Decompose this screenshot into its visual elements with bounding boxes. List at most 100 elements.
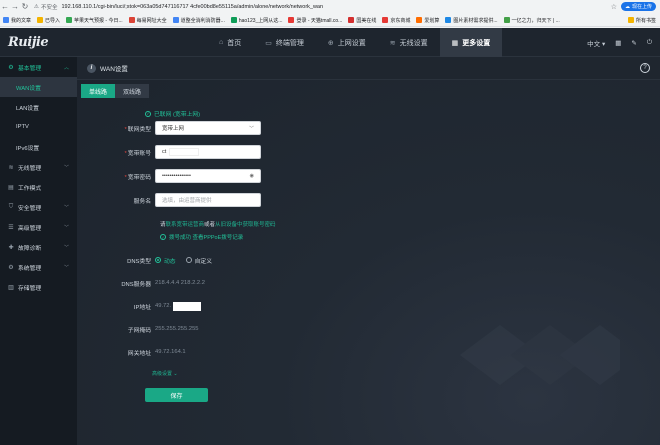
top-navigation: Ruijie ⌂ 首页 ▭ 终端管理 ⊕ 上网设置 ≋ 无线设置 ▦ 更多设置 中文 ▾ … bbox=[0, 28, 660, 57]
system-icon: ⚙ bbox=[8, 264, 14, 271]
sidebar-item-security[interactable]: ⛉ 安全管理 ﹀ bbox=[0, 197, 77, 217]
eye-icon[interactable]: ◉ bbox=[250, 173, 254, 179]
sidebar: ⚙ 基本管理 ︿ WAN设置 LAN设置 IPTV IPv6设置 ≋ 无线管理 … bbox=[0, 57, 77, 445]
check-circle-icon: ✓ bbox=[160, 234, 166, 240]
warning-icon: ⚠ bbox=[34, 3, 39, 10]
account-input[interactable]: ct bbox=[155, 145, 261, 159]
sidebar-item-basic[interactable]: ⚙ 基本管理 ︿ bbox=[0, 57, 77, 77]
sidebar-item-diagnostics[interactable]: ✚ 故障诊断 ﹀ bbox=[0, 237, 77, 257]
help-icon[interactable]: ? bbox=[640, 63, 650, 73]
conn-type-select[interactable]: 宽带上网 ﹀ bbox=[155, 121, 261, 135]
redaction-box bbox=[169, 148, 200, 156]
sync-button[interactable]: ☁ 现在上传 bbox=[620, 2, 656, 11]
settings-icon: ⚙ bbox=[8, 64, 14, 71]
pin-icon[interactable]: ✎ bbox=[631, 39, 636, 47]
connection-status: ✓ 已联网 (宽带上网) bbox=[145, 110, 201, 118]
line-tabs: 单线路 双线路 bbox=[81, 84, 150, 98]
url-field[interactable]: 192.168.110.1/cgi-bin/luci/;stok=063a05d… bbox=[61, 4, 361, 10]
favicon-icon bbox=[382, 17, 389, 23]
dns-server-row: DNS服务器 218.4.4.4 218.2.2.2 bbox=[121, 280, 205, 288]
grid-icon: ▦ bbox=[451, 39, 459, 47]
globe-icon: ⊕ bbox=[327, 39, 334, 47]
advanced-settings-link[interactable]: 高级设置 ⌄ bbox=[152, 370, 178, 377]
bookmark[interactable]: 我的文章 bbox=[3, 17, 31, 24]
security-indicator[interactable]: ⚠ 不安全 bbox=[34, 3, 57, 11]
favicon-icon bbox=[3, 17, 9, 23]
bookmark[interactable]: 苹果天气预报 - 今日... bbox=[66, 17, 123, 24]
bookmark[interactable]: 每易网址大全 bbox=[128, 17, 167, 24]
bookmark[interactable]: hao123_上网从这... bbox=[230, 17, 282, 24]
dns-auto-radio[interactable]: 动态 bbox=[155, 256, 176, 265]
sidebar-sub-lan[interactable]: LAN设置 bbox=[0, 97, 77, 117]
nav-internet[interactable]: ⊕ 上网设置 bbox=[316, 28, 378, 57]
bookmark[interactable]: 爱划算 bbox=[416, 17, 439, 24]
dns-type-row: DNS类型 动态 自定义 bbox=[77, 255, 222, 265]
power-icon[interactable]: ⏻ bbox=[647, 39, 652, 47]
nav-devices[interactable]: ▭ 终端管理 bbox=[253, 28, 316, 57]
chevron-down-icon: ﹀ bbox=[63, 204, 69, 211]
account-row: *宽带账号 ct bbox=[77, 145, 261, 159]
old-device-link[interactable]: 从旧设备中获取账号密码 bbox=[215, 222, 276, 228]
password-input[interactable]: ••••••••••••••• ◉ bbox=[155, 169, 261, 183]
nav-more-settings[interactable]: ▦ 更多设置 bbox=[439, 28, 503, 57]
dns-custom-radio[interactable]: 自定义 bbox=[185, 256, 212, 265]
tab-single-line[interactable]: 单线路 bbox=[81, 84, 116, 98]
language-select[interactable]: 中文 ▾ bbox=[587, 38, 605, 48]
bookmark[interactable]: 道整全消利消防器... bbox=[172, 17, 225, 24]
folder-icon bbox=[627, 17, 634, 23]
bookmark[interactable]: 已导入 bbox=[37, 17, 60, 24]
sidebar-item-work-mode[interactable]: ▤ 工作模式 bbox=[0, 177, 77, 197]
main-content: i WAN设置 ? 单线路 双线路 ✓ 已联网 (宽带上网) *联网类型 宽带上… bbox=[77, 57, 660, 445]
sidebar-sub-wan[interactable]: WAN设置 bbox=[0, 77, 77, 97]
bookmark[interactable]: 国美在线 bbox=[348, 17, 376, 24]
sidebar-item-storage[interactable]: ▥ 存储管理 bbox=[0, 277, 77, 297]
favicon-icon bbox=[172, 17, 179, 23]
forward-icon[interactable]: → bbox=[10, 2, 20, 12]
favicon-icon bbox=[66, 17, 73, 23]
sidebar-sub-ipv6[interactable]: IPv6设置 bbox=[0, 137, 77, 157]
nav-home[interactable]: ⌂ 首页 bbox=[207, 28, 253, 57]
all-bookmarks[interactable]: 所有书签 bbox=[627, 17, 660, 24]
service-row: 服务名 选填，由运营商提供 bbox=[77, 193, 261, 207]
star-icon[interactable]: ☆ bbox=[611, 3, 617, 11]
chevron-up-icon: ︿ bbox=[63, 64, 69, 71]
save-button[interactable]: 保存 bbox=[145, 388, 208, 402]
account-hint: 请联系宽带运营商或者从旧设备中获取账号密码 bbox=[160, 222, 276, 228]
bookmark[interactable]: 登录 - 天猫tmall.co... bbox=[288, 17, 342, 24]
sidebar-sub-iptv[interactable]: IPTV bbox=[0, 117, 77, 137]
back-icon[interactable]: ← bbox=[0, 2, 10, 12]
reload-icon[interactable]: ↻ bbox=[20, 2, 30, 12]
page-title: WAN设置 bbox=[100, 66, 128, 73]
shield-icon: ⛉ bbox=[8, 203, 14, 210]
apps-icon[interactable]: ▦ bbox=[615, 39, 621, 47]
chevron-down-icon: ﹀ bbox=[63, 164, 69, 171]
ruijie-logo: Ruijie bbox=[8, 35, 49, 50]
sidebar-item-system[interactable]: ⚙ 系统管理 ﹀ bbox=[0, 257, 77, 277]
sidebar-item-wireless[interactable]: ≋ 无线管理 ﹀ bbox=[0, 157, 77, 177]
contact-isp-link[interactable]: 联系宽带运营商 bbox=[166, 222, 205, 228]
bookmark[interactable]: 京东商城 bbox=[382, 17, 410, 24]
bookmark[interactable]: 图片素材需求提供... bbox=[445, 17, 498, 24]
bookmark[interactable]: 一亿之力，归天下 | ... bbox=[503, 17, 560, 24]
folder-icon bbox=[37, 17, 44, 23]
required-mark: * bbox=[124, 126, 127, 133]
favicon-icon bbox=[445, 17, 452, 23]
storage-icon: ▥ bbox=[8, 284, 14, 291]
favicon-icon bbox=[230, 17, 237, 23]
cloud-icon: ☁ bbox=[624, 3, 630, 10]
tab-dual-line[interactable]: 双线路 bbox=[115, 84, 150, 98]
nav-wireless[interactable]: ≋ 无线设置 bbox=[378, 28, 440, 57]
mode-icon: ▤ bbox=[8, 184, 14, 191]
check-circle-icon: ✓ bbox=[145, 110, 151, 117]
wifi-icon: ≋ bbox=[8, 164, 14, 171]
required-mark: * bbox=[124, 174, 127, 181]
favicon-icon bbox=[503, 17, 510, 23]
devices-icon: ▭ bbox=[265, 39, 272, 47]
sliders-icon: ☰ bbox=[8, 224, 14, 231]
diagnose-icon: ✚ bbox=[8, 244, 14, 251]
chevron-down-icon: ﹀ bbox=[63, 264, 69, 271]
service-input[interactable]: 选填，由运营商提供 bbox=[155, 193, 261, 207]
sidebar-item-advanced[interactable]: ☰ 高级管理 ﹀ bbox=[0, 217, 77, 237]
chevron-down-icon: ﹀ bbox=[248, 125, 254, 132]
dial-status[interactable]: ✓ 拨号成功 查看PPPoE拨号记录 bbox=[160, 233, 243, 241]
